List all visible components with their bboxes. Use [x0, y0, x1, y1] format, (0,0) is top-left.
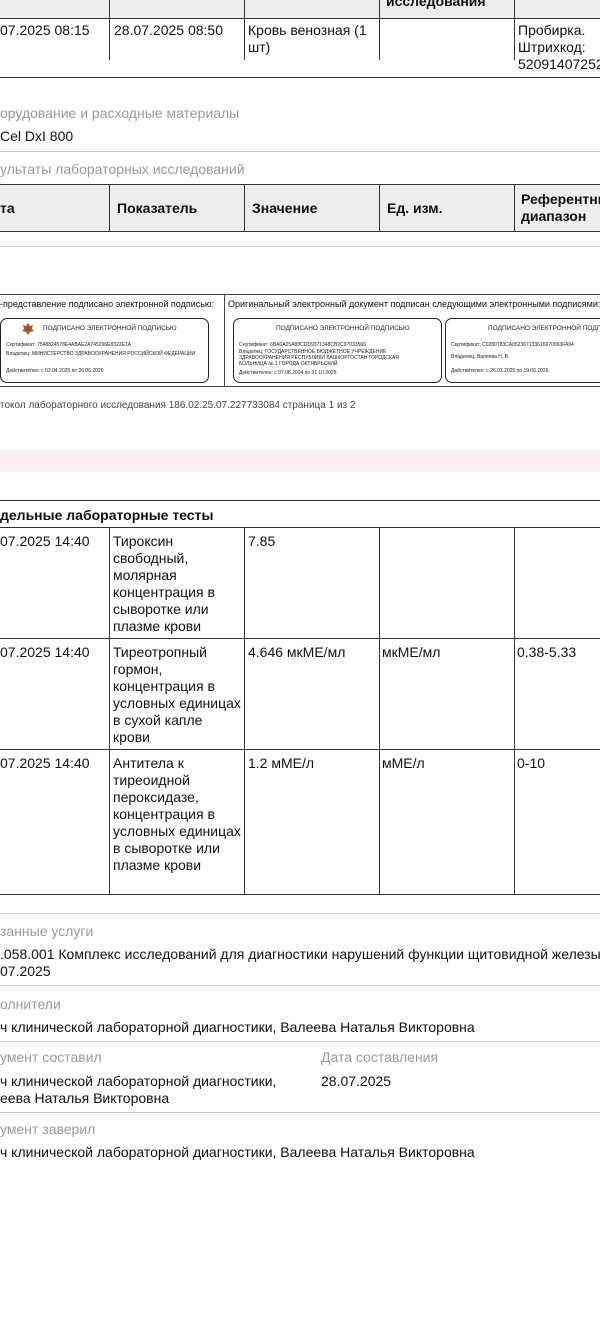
stamp-valid: Действителен: с 26.03.2025 по 19.06.2026 — [451, 368, 549, 374]
results-col-unit: Ед. изм. — [387, 200, 443, 216]
test-row-date: 07.2025 14:40 — [0, 755, 90, 771]
composed-date-label: Дата составления — [321, 1049, 439, 1065]
certified-value: ч клинической лабораторной диагностики, … — [0, 1144, 475, 1160]
results-col-reference: Референтный диапазон — [521, 191, 600, 224]
equipment-label: орудование и расходные материалы — [0, 105, 240, 121]
stamp-owner: Владелец: Валеева Н. В. — [451, 354, 510, 360]
top-row-material: Кровь венозная (1 шт) — [248, 22, 367, 55]
test-row-date: 07.2025 14:40 — [0, 533, 90, 549]
signature-left-caption: -представление подписано электронной под… — [0, 299, 215, 309]
stamp-cert: Сертификат: 6BA0A25A88CDD9371348CB2C9703… — [239, 342, 366, 348]
test-row-value: 7.85 — [248, 533, 276, 549]
signature-stamp-ministry: ПОДПИСАНО ЭЛЕКТРОННОЙ ПОДПИСЬЮ Сертифика… — [0, 318, 209, 383]
stamp-owner: Владелец: МИНИСТЕРСТВО ЗДРАВООХРАНЕНИЯ Р… — [6, 351, 196, 357]
stamp-valid: Действителен: с 07.08.2024 по 31.10.2025 — [239, 370, 337, 376]
test-row-ref: 0-10 — [517, 755, 546, 771]
performers-label: олнители — [0, 996, 61, 1012]
signature-stamp-hospital: ПОДПИСАНО ЭЛЕКТРОННОЙ ПОДПИСЬЮ Сертифика… — [233, 318, 442, 383]
stamp-title: ПОДПИСАНО ЭЛЕКТРОННОЙ ПОДПИСЬЮ — [488, 325, 600, 332]
stamp-owner: Владелец: ГОСУДАРСТВЕННОЕ БЮДЖЕТНОЕ УЧРЕ… — [239, 349, 399, 367]
composed-value-line1: ч клинической лабораторной диагностики, — [0, 1073, 277, 1089]
top-row-end: 28.07.2025 08:50 — [114, 22, 223, 38]
page-footer: токол лабораторного исследования 186.02.… — [0, 400, 356, 411]
tests-section-title: дельные лабораторные тесты — [0, 507, 214, 523]
stamp-valid: Действителен: с 02.04.2025 по 26.06.2026 — [6, 368, 104, 374]
test-row-date: 07.2025 14:40 — [0, 644, 90, 660]
services-line2: 07.2025 — [0, 963, 51, 979]
coat-of-arms-icon — [21, 322, 35, 336]
top-row-container: Пробирка. Штрихкод: 52091407252 — [518, 22, 600, 72]
test-row-name: Тиреотропный гормон, концентрация в усло… — [113, 644, 241, 745]
test-row-unit: мМЕ/л — [382, 755, 425, 771]
composed-label: умент составил — [0, 1049, 102, 1065]
signature-stamp-doctor: ПОДПИСАНО ЭЛЕКТРОННОЙ ПОДПИСЬЮ Сертифика… — [445, 318, 600, 383]
services-line1: .058.001 Комплекс исследований для диагн… — [0, 946, 600, 962]
stamp-cert: Сертификат: C0280783CA052367133616970993… — [451, 342, 574, 348]
results-col-date: та — [0, 200, 15, 216]
test-row-name: Тироксин свободный, молярная концентраци… — [113, 533, 215, 634]
stamp-title: ПОДПИСАНО ЭЛЕКТРОННОЙ ПОДПИСЬЮ — [43, 325, 177, 332]
results-col-value: Значение — [252, 200, 318, 216]
top-row-start: 07.2025 08:15 — [0, 22, 90, 38]
performers-value: ч клинической лабораторной диагностики, … — [0, 1019, 475, 1035]
stamp-cert: Сертификат: 7548824578E4ABAE2A745296E832… — [6, 342, 132, 348]
top-header-partial: исследования — [386, 0, 486, 9]
test-row-ref: 0.38-5.33 — [517, 644, 577, 660]
test-row-name: Антитела к тиреоидной пероксидазе, конце… — [113, 755, 241, 873]
results-label: ультаты лабораторных исследований — [0, 161, 245, 177]
page-break — [0, 450, 600, 472]
certified-label: умент заверил — [0, 1121, 96, 1137]
test-row-value: 1.2 мМЕ/л — [248, 755, 315, 771]
test-row-value: 4.646 мкМЕ/мл — [248, 644, 346, 660]
equipment-value: Cel DxI 800 — [0, 128, 74, 144]
results-col-indicator: Показатель — [117, 200, 198, 216]
composed-value-line2: еева Наталья Викторовна — [0, 1090, 170, 1106]
composed-date-value: 28.07.2025 — [321, 1073, 392, 1089]
stamp-title: ПОДПИСАНО ЭЛЕКТРОННОЙ ПОДПИСЬЮ — [276, 325, 410, 332]
services-label: занные услуги — [0, 923, 94, 939]
signature-right-caption: Оригинальный электронный документ подпис… — [228, 299, 600, 309]
test-row-unit: мкМЕ/мл — [382, 644, 441, 660]
